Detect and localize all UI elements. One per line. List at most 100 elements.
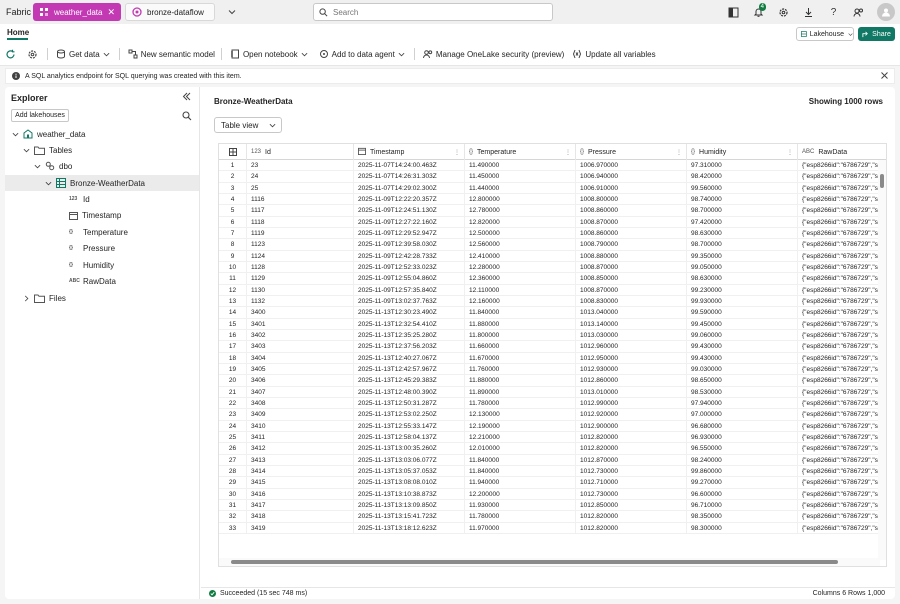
tree-item-column-timestamp[interactable]: Timestamp	[5, 207, 199, 223]
table-cell[interactable]: 98.420000	[687, 171, 798, 182]
table-cell[interactable]: 2025-11-07T14:24:00.463Z	[354, 160, 465, 171]
table-row[interactable]: 1 23 2025-11-07T14:24:00.463Z 11.490000 1006…	[219, 160, 886, 172]
table-cell[interactable]: 11.760000	[465, 363, 576, 375]
table-cell[interactable]: 3408	[247, 397, 354, 409]
row-number-cell[interactable]: 17	[219, 341, 247, 352]
table-row[interactable]: 24 3410 2025-11-13T12:55:33.147Z 12.190000 1…	[219, 420, 886, 432]
row-number-cell[interactable]: 23	[219, 409, 247, 420]
table-cell[interactable]: {"esp8266id":"6786729","so	[798, 205, 886, 215]
table-row[interactable]: 28 3414 2025-11-13T13:05:37.053Z 11.840000 1…	[219, 465, 886, 478]
table-cell[interactable]: 11.840000	[465, 465, 576, 477]
share-button[interactable]: Share	[858, 27, 895, 41]
table-cell[interactable]: 11.840000	[465, 454, 576, 465]
table-cell[interactable]: 1008.870000	[576, 284, 687, 295]
table-cell[interactable]: {"esp8266id":"6786729","so	[798, 285, 886, 295]
table-cell[interactable]: 2025-11-13T12:32:54.410Z	[354, 318, 465, 329]
manage-onelake-security-button[interactable]: Manage OneLake security (preview)	[420, 45, 568, 63]
row-number-cell[interactable]: 29	[219, 477, 247, 488]
table-cell[interactable]: 1013.010000	[576, 386, 687, 397]
table-row[interactable]: 30 3416 2025-11-13T13:10:38.873Z 12.200000 1…	[219, 488, 886, 500]
table-cell[interactable]: 2025-11-09T13:02:37.763Z	[354, 295, 465, 307]
table-cell[interactable]: {"esp8266id":"6786729","so	[798, 523, 886, 533]
table-cell[interactable]: 1118	[247, 216, 354, 227]
table-cell[interactable]: {"esp8266id":"6786729","so	[798, 364, 886, 374]
row-number-cell[interactable]: 3	[219, 182, 247, 193]
table-cell[interactable]: 99.030000	[687, 363, 798, 375]
table-cell[interactable]: 11.450000	[465, 171, 576, 182]
scrollbar-thumb[interactable]	[880, 174, 884, 188]
table-row[interactable]: 9 1124 2025-11-09T12:42:28.733Z 12.410000 10…	[219, 250, 886, 262]
row-number-cell[interactable]: 12	[219, 284, 247, 295]
table-cell[interactable]: 98.700000	[687, 239, 798, 250]
table-cell[interactable]: 2025-11-13T13:15:41.723Z	[354, 511, 465, 522]
table-row[interactable]: 13 1132 2025-11-09T13:02:37.763Z 12.160000 1…	[219, 295, 886, 308]
table-cell[interactable]: 1013.040000	[576, 307, 687, 318]
row-number-cell[interactable]: 16	[219, 329, 247, 341]
global-search[interactable]	[313, 3, 553, 21]
table-cell[interactable]: {"esp8266id":"6786729","so	[798, 477, 886, 487]
chevron-down-icon[interactable]	[33, 162, 41, 170]
row-number-cell[interactable]: 27	[219, 454, 247, 465]
tree-item-tables[interactable]: Tables	[5, 142, 199, 158]
lakehouse-switcher[interactable]: Lakehouse	[796, 27, 854, 41]
table-cell[interactable]: 11.840000	[465, 307, 576, 318]
table-cell[interactable]: {"esp8266id":"6786729","so	[798, 239, 886, 249]
table-row[interactable]: 6 1118 2025-11-09T12:27:22.160Z 12.820000 10…	[219, 216, 886, 228]
table-row[interactable]: 31 3417 2025-11-13T13:13:09.850Z 11.930000 1…	[219, 499, 886, 512]
help-icon[interactable]: ?	[821, 0, 846, 24]
table-cell[interactable]: 99.930000	[687, 295, 798, 307]
row-number-cell[interactable]: 18	[219, 352, 247, 363]
table-cell[interactable]: 1012.870000	[576, 454, 687, 465]
table-cell[interactable]: 2025-11-13T13:00:35.260Z	[354, 443, 465, 454]
table-cell[interactable]: 98.300000	[687, 522, 798, 533]
table-row[interactable]: 22 3408 2025-11-13T12:50:31.287Z 11.780000 1…	[219, 397, 886, 410]
chevron-down-icon[interactable]	[22, 146, 30, 154]
table-cell[interactable]: 1128	[247, 261, 354, 273]
tree-item-column-rawdata[interactable]: ABC RawData	[5, 273, 199, 289]
table-cell[interactable]: 11.780000	[465, 397, 576, 409]
table-cell[interactable]: 98.630000	[687, 227, 798, 239]
horizontal-scrollbar[interactable]	[219, 558, 880, 566]
table-cell[interactable]: 1012.820000	[576, 511, 687, 522]
table-cell[interactable]: 98.530000	[687, 386, 798, 397]
table-cell[interactable]: 99.860000	[687, 465, 798, 477]
table-cell[interactable]: 2025-11-13T12:58:04.137Z	[354, 431, 465, 443]
table-cell[interactable]: {"esp8266id":"6786729","so	[798, 217, 886, 227]
table-cell[interactable]: 1008.860000	[576, 227, 687, 239]
table-row[interactable]: 23 3409 2025-11-13T12:53:02.250Z 12.130000 1…	[219, 409, 886, 421]
table-row[interactable]: 5 1117 2025-11-09T12:24:51.130Z 12.780000 10…	[219, 205, 886, 217]
search-input[interactable]	[333, 7, 543, 17]
table-cell[interactable]: 1012.900000	[576, 420, 687, 431]
row-number-cell[interactable]: 22	[219, 397, 247, 409]
table-cell[interactable]: 12.360000	[465, 273, 576, 284]
table-cell[interactable]: 1012.820000	[576, 431, 687, 443]
table-cell[interactable]: 3419	[247, 522, 354, 533]
table-cell[interactable]: 96.550000	[687, 443, 798, 454]
table-cell[interactable]: 12.130000	[465, 409, 576, 420]
table-row[interactable]: 15 3401 2025-11-13T12:32:54.410Z 11.880000 1…	[219, 318, 886, 330]
table-cell[interactable]: 98.700000	[687, 205, 798, 216]
table-cell[interactable]: 97.000000	[687, 409, 798, 420]
sort-icon[interactable]: ⋮	[565, 149, 571, 156]
update-all-variables-button[interactable]: Update all variables	[569, 45, 658, 63]
table-cell[interactable]: 12.780000	[465, 205, 576, 216]
add-to-data-agent-button[interactable]: Add to data agent	[316, 45, 411, 63]
panel-toggle-icon[interactable]	[721, 0, 746, 24]
table-cell[interactable]: 25	[247, 182, 354, 193]
table-cell[interactable]: 12.820000	[465, 216, 576, 227]
table-row[interactable]: 20 3406 2025-11-13T12:45:29.383Z 11.880000 1…	[219, 375, 886, 387]
column-header-rawdata[interactable]: ABC RawData	[798, 144, 886, 160]
table-cell[interactable]: 1012.990000	[576, 397, 687, 409]
table-cell[interactable]: 1013.030000	[576, 329, 687, 341]
table-cell[interactable]: {"esp8266id":"6786729","so	[798, 319, 886, 329]
row-number-cell[interactable]: 13	[219, 295, 247, 307]
table-cell[interactable]: {"esp8266id":"6786729","so	[798, 341, 886, 351]
table-cell[interactable]: 2025-11-13T13:18:12.623Z	[354, 522, 465, 533]
table-cell[interactable]: 1012.730000	[576, 465, 687, 477]
table-cell[interactable]: 2025-11-13T13:10:38.873Z	[354, 488, 465, 499]
table-cell[interactable]: 1012.860000	[576, 375, 687, 386]
chevron-down-icon[interactable]	[225, 5, 239, 19]
scrollbar-thumb[interactable]	[231, 560, 838, 564]
table-cell[interactable]: 98.650000	[687, 375, 798, 386]
table-row[interactable]: 3 25 2025-11-07T14:29:02.300Z 11.440000 1006…	[219, 182, 886, 194]
